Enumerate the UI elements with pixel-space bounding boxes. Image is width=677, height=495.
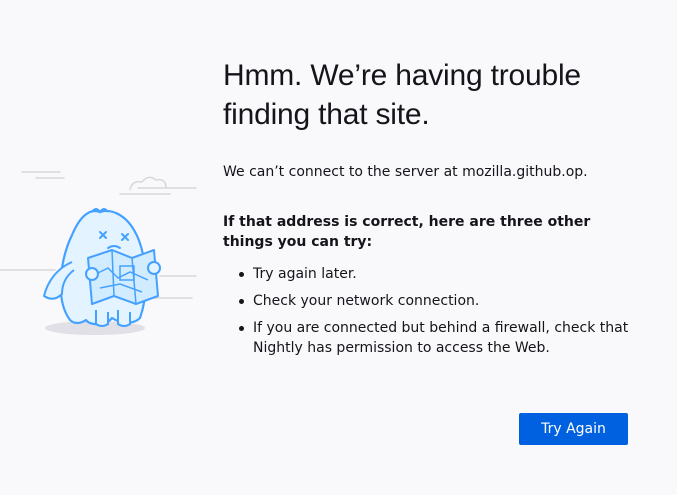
list-item: Try again later. <box>223 264 643 284</box>
suggestion-text: Check your network connection. <box>253 293 480 309</box>
suggestion-text: Try again later. <box>253 266 357 282</box>
suggestions-heading: If that address is correct, here are thr… <box>223 214 591 250</box>
error-content: Hmm. We’re having trouble finding that s… <box>223 56 643 365</box>
bullet-icon <box>239 272 244 277</box>
error-description: We can’t connect to the server at mozill… <box>223 164 588 180</box>
suggestions-list: Try again later. Check your network conn… <box>223 264 643 358</box>
list-item: If you are connected but behind a firewa… <box>223 318 643 358</box>
bullet-icon <box>239 326 244 331</box>
error-page: Hmm. We’re having trouble finding that s… <box>0 0 677 495</box>
lost-monster-with-map-icon <box>0 150 200 350</box>
list-item: Check your network connection. <box>223 291 643 311</box>
bullet-icon <box>239 299 244 304</box>
suggestion-text: If you are connected but behind a firewa… <box>253 320 629 356</box>
try-again-button[interactable]: Try Again <box>519 413 628 445</box>
page-title: Hmm. We’re having trouble finding that s… <box>223 59 581 131</box>
